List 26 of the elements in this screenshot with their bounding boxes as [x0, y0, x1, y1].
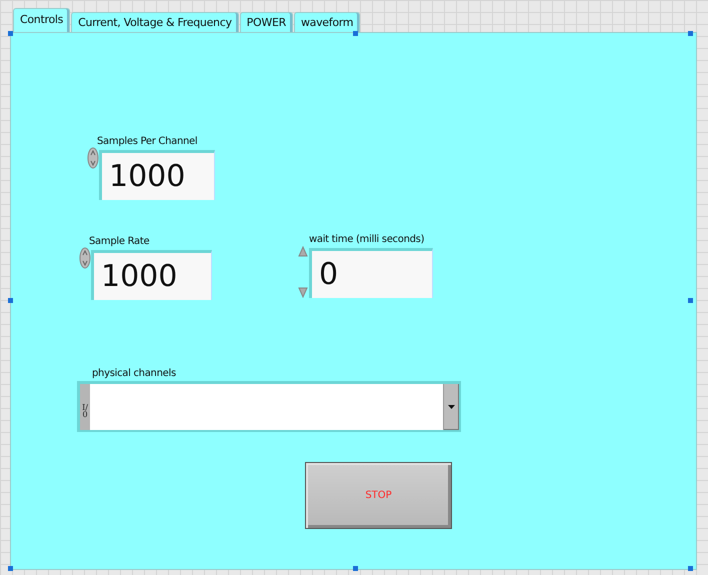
- tab[interactable]: waveform: [294, 12, 360, 34]
- numeric-field[interactable]: 0: [309, 248, 433, 298]
- control-label: Sample Rate: [89, 236, 150, 247]
- selection-handle[interactable]: [688, 298, 693, 303]
- control-label: wait time (milli seconds): [309, 234, 424, 245]
- tab[interactable]: POWER: [240, 12, 293, 34]
- caret-icon: [448, 405, 455, 409]
- selection-handle[interactable]: [8, 298, 13, 303]
- spinner-arrows-icon[interactable]: [87, 147, 99, 169]
- spinner-arrows-icon[interactable]: [297, 246, 309, 298]
- selection-handle[interactable]: [8, 31, 13, 36]
- selection-handle[interactable]: [688, 566, 693, 571]
- selection-handle[interactable]: [353, 566, 358, 571]
- spinner-arrows-icon[interactable]: [79, 247, 91, 269]
- io-mark: I/0: [80, 384, 90, 430]
- control-label: Samples Per Channel: [97, 136, 198, 147]
- selection-handle[interactable]: [353, 31, 358, 36]
- selection-handle[interactable]: [688, 31, 693, 36]
- io-field[interactable]: I/0: [77, 381, 461, 432]
- dropdown-button[interactable]: [443, 384, 459, 430]
- control-label: physical channels: [92, 368, 176, 379]
- tab[interactable]: Current, Voltage & Frequency: [71, 12, 239, 34]
- numeric-field[interactable]: 1000: [91, 250, 212, 300]
- tab[interactable]: Controls: [13, 8, 70, 34]
- selection-handle[interactable]: [8, 566, 13, 571]
- numeric-field[interactable]: 1000: [99, 150, 215, 200]
